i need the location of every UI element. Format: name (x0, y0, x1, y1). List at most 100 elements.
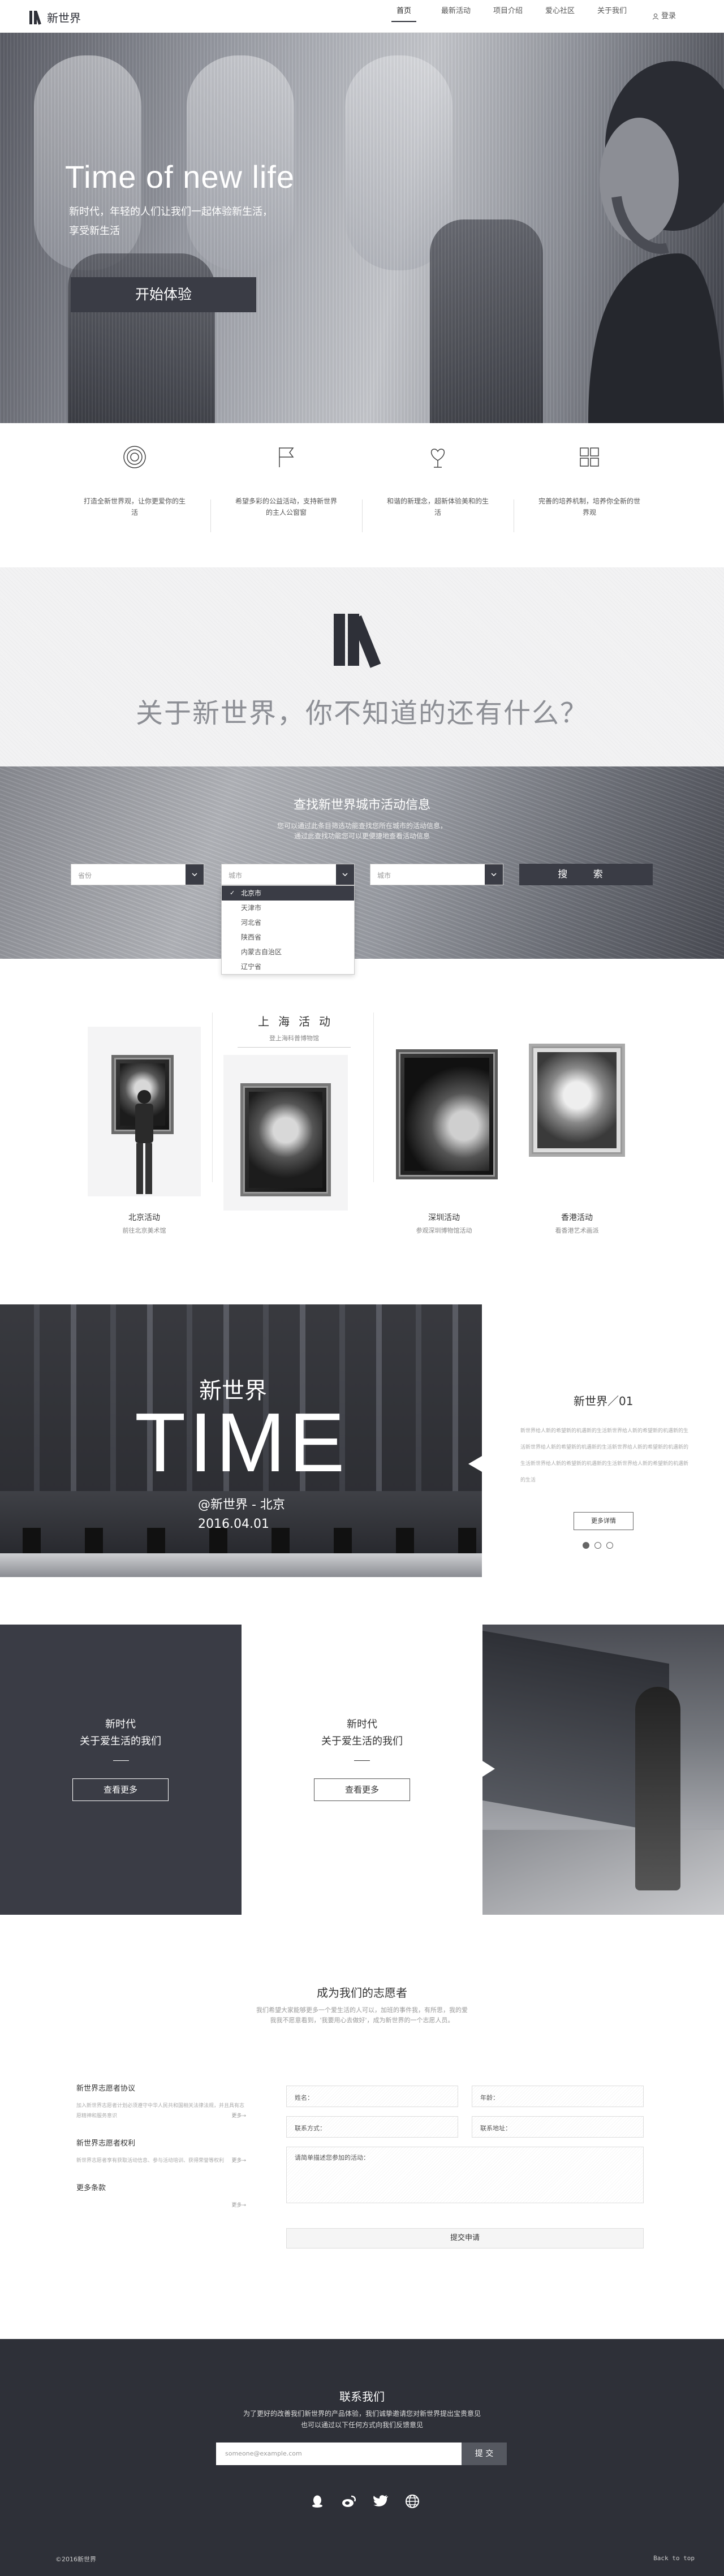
start-experience-button[interactable]: 开始体验 (71, 277, 256, 312)
features-row: 打造全新世界观，让你更爱你的生活 希望多彩的公益活动，支持新世界的主人公窗窗 和… (0, 423, 724, 567)
name-field[interactable]: 姓名： (286, 2086, 458, 2107)
search-button[interactable]: 搜 索 (519, 864, 653, 885)
view-more-button[interactable]: 查看更多 (314, 1778, 410, 1801)
time-card-text: 新世界给人新的希望新的机遇新的生活新世界给人新的希望新的机遇新的生活新世界给人新… (520, 1428, 689, 1483)
term-title[interactable]: 更多条款 (76, 2182, 246, 2192)
copyright: ©2016新世界 (55, 2556, 96, 2563)
nav-item-home[interactable]: 首页 (378, 0, 430, 33)
dropdown-option[interactable]: 河北省 (222, 915, 354, 930)
hero-title: Time of new life (65, 159, 295, 195)
era-heading: 新时代 (347, 1718, 377, 1730)
era-subheading: 关于爱生活的我们 (321, 1735, 403, 1747)
login-link[interactable]: 登录 (638, 0, 690, 33)
slider-dot[interactable] (594, 1542, 601, 1549)
time-banner-image: 新世界 TIME @新世界 - 北京 2016.04.01 (0, 1304, 482, 1577)
event-title[interactable]: 深圳活动 (376, 1212, 512, 1223)
more-link[interactable]: 更多→ (231, 2111, 246, 2121)
feature-text: 希望多彩的公益活动，支持新世界的主人公窗窗 (235, 497, 338, 516)
email-input[interactable]: someone@example.com (216, 2443, 462, 2465)
search-description: 您可以通过此条目筛选功能查找您所在城市的活动信息， 通过此查找功能您可以更便捷地… (277, 822, 447, 840)
dropdown-option[interactable]: 陕西省 (222, 930, 354, 945)
feature-item: 希望多彩的公益活动，支持新世界的主人公窗窗 (210, 423, 362, 567)
feature-item: 打造全新世界观，让你更爱你的生活 (59, 423, 210, 567)
list-item: 新世界志愿者权利 新世界志愿者享有获取活动信息、参与活动培训、获得荣誉等权利 更多… (76, 2137, 246, 2166)
dropdown-option[interactable]: 北京市 (222, 886, 354, 901)
nav-item-community[interactable]: 爱心社区 (534, 0, 586, 33)
dropdown-option[interactable]: 天津市 (222, 901, 354, 915)
more-link[interactable]: 更多→ (231, 2200, 246, 2211)
contact-field[interactable]: 联系方式： (286, 2116, 458, 2138)
hongkong-event-image[interactable] (523, 1041, 631, 1157)
time-date: 2016.04.01 (198, 1517, 269, 1531)
contact-submit-button[interactable]: 提 交 (462, 2443, 507, 2465)
time-section: 新世界 TIME @新世界 - 北京 2016.04.01 新世界／01 新世界… (0, 1304, 724, 1624)
term-title[interactable]: 新世界志愿者权利 (76, 2137, 246, 2148)
slider-dots (583, 1542, 613, 1549)
province-select[interactable]: 省份 (71, 864, 204, 885)
slider-dot[interactable] (583, 1542, 589, 1549)
books-icon (334, 614, 381, 668)
dropdown-option[interactable]: 内蒙古自治区 (222, 945, 354, 959)
login-label: 登录 (661, 12, 676, 20)
age-field[interactable]: 年龄： (472, 2086, 644, 2107)
era-section: 新时代 关于爱生活的我们 查看更多 新时代 关于爱生活的我们 查看更多 (0, 1625, 724, 1915)
message-textarea[interactable]: 请简单描述您参加的活动： (286, 2147, 644, 2203)
more-link[interactable]: 更多→ (231, 2156, 246, 2166)
view-more-button[interactable]: 查看更多 (72, 1778, 169, 1801)
brand-name: 新世界 (47, 11, 81, 25)
shanghai-event-header[interactable]: 上海活动 登上海科普博物馆 (238, 1013, 351, 1048)
feature-text: 和谐的新理念，超新体验美和的生活 (387, 497, 489, 516)
chevron-down-icon (485, 864, 503, 885)
search-title: 查找新世界城市活动信息 (293, 798, 430, 812)
district-select[interactable]: 城市 (370, 864, 503, 885)
more-details-button[interactable]: 更多详情 (574, 1512, 634, 1530)
nav-item-events[interactable]: 最新活动 (430, 0, 482, 33)
train-station-image (482, 1625, 724, 1915)
event-subtitle: 看香港艺术画派 (555, 1227, 599, 1234)
volunteer-description: 我们希望大家能够更多一个爱生活的人可以，加班的事件我，有所思，我的爱 我我不愿意… (256, 2006, 468, 2024)
beijing-event-image[interactable] (88, 1027, 201, 1196)
submit-application-button[interactable]: 提交申请 (286, 2228, 644, 2248)
volunteer-section: 成为我们的志愿者 我们希望大家能够更多一个爱生活的人可以，加班的事件我，有所思，… (0, 1915, 724, 2339)
era-heading: 新时代 (105, 1718, 136, 1730)
address-field[interactable]: 联系地址： (472, 2116, 644, 2138)
era-dark-panel: 新时代 关于爱生活的我们 查看更多 (0, 1625, 242, 1915)
nav-item-projects[interactable]: 项目介绍 (482, 0, 534, 33)
event-title[interactable]: 香港活动 (509, 1212, 645, 1223)
user-icon (652, 13, 658, 20)
time-location: @新世界 - 北京 (198, 1498, 285, 1512)
feature-item: 完善的培养机制，培养你全新的世界观 (514, 423, 665, 567)
grid-icon (580, 447, 599, 467)
visitor-figure (135, 1090, 153, 1194)
social-icons (309, 2493, 421, 2510)
weibo-icon[interactable] (341, 2493, 357, 2510)
globe-icon[interactable] (404, 2493, 421, 2510)
feature-text: 完善的培养机制，培养你全新的世界观 (538, 497, 641, 516)
event-title[interactable]: 北京活动 (76, 1212, 212, 1223)
list-item: 更多条款 更多→ (76, 2182, 246, 2211)
contact-title: 联系我们 (339, 2390, 385, 2403)
twitter-icon[interactable] (372, 2493, 389, 2510)
contact-footer: 联系我们 为了更好的改善我们新世界的产品体验，我们诚挚邀请您对新世界提出宝贵意见… (0, 2339, 724, 2576)
volunteer-terms: 新世界志愿者协议 加入新世界志愿者计划必须遵守中华人民共和国相关法律法规，并且具… (76, 2082, 246, 2226)
shanghai-event-image[interactable] (223, 1055, 348, 1211)
target-icon (123, 446, 146, 468)
era-subheading: 关于爱生活的我们 (80, 1735, 161, 1747)
province-dropdown-menu: 北京市 天津市 河北省 陕西省 内蒙古自治区 辽宁省 (221, 885, 355, 975)
qq-icon[interactable] (309, 2493, 326, 2510)
time-card-title: 新世界／01 (574, 1394, 634, 1408)
books-icon (29, 10, 41, 25)
slider-dot[interactable] (606, 1542, 613, 1549)
flag-icon (279, 447, 294, 467)
term-title[interactable]: 新世界志愿者协议 (76, 2082, 246, 2093)
heart-plant-icon (430, 449, 445, 468)
brand-logo[interactable]: 新世界 (29, 9, 81, 25)
city-select[interactable]: 城市 (221, 864, 355, 885)
hero-subtitle: 新时代，年轻的人们让我们一起体验新生活，享受新生活 (69, 206, 273, 237)
dropdown-option[interactable]: 辽宁省 (222, 959, 354, 974)
time-headline: TIME (135, 1396, 348, 1489)
list-item: 新世界志愿者协议 加入新世界志愿者计划必须遵守中华人民共和国相关法律法规，并且具… (76, 2082, 246, 2121)
back-to-top-link[interactable]: Back to top (653, 2555, 695, 2562)
shenzhen-event-image[interactable] (385, 1044, 509, 1185)
nav-item-about[interactable]: 关于我们 (586, 0, 638, 33)
